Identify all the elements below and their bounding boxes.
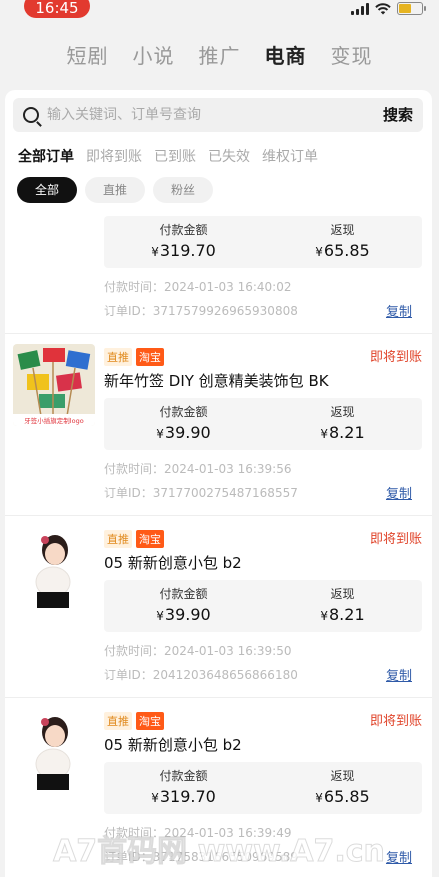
direct-tag: 直推 — [104, 712, 132, 730]
order-status: 即将到账 — [369, 714, 422, 729]
cellular-signal-icon — [351, 2, 369, 15]
search-input[interactable] — [47, 98, 347, 132]
status-bar: 16:45 — [0, 0, 439, 22]
order-status: 即将到账 — [369, 532, 422, 547]
chip-fans[interactable]: 粉丝 — [153, 177, 213, 203]
tab-novel[interactable]: 小说 — [133, 40, 175, 69]
tab-short-drama[interactable]: 短剧 — [67, 40, 109, 69]
amount-box: 付款金额 ¥319.70 返现 ¥65.85 — [104, 762, 422, 814]
copy-order-id-button[interactable]: 复制 — [386, 483, 412, 502]
pay-time: 付款时间：2024-01-03 16:39:56 — [104, 462, 292, 476]
product-thumbnail[interactable] — [13, 708, 95, 790]
amount-box: 付款金额 ¥319.70 返现 ¥65.85 — [104, 216, 422, 268]
filter-chips: 全部 直推 粉丝 — [17, 177, 213, 203]
order-card: 牙签小插旗定制logo 直推 淘宝 即将到账 新年竹签 DIY 创意精美装饰包 … — [5, 334, 432, 516]
amount-box: 付款金额 ¥39.90 返现 ¥8.21 — [104, 580, 422, 632]
order-status: 即将到账 — [369, 350, 422, 365]
tab-invalid[interactable]: 已失效 — [208, 146, 250, 166]
taobao-tag: 淘宝 — [136, 348, 164, 366]
pay-amount-label: 付款金额 — [159, 405, 208, 419]
rebate-value: 8.21 — [329, 605, 365, 624]
tag-row: 直推 淘宝 — [104, 348, 164, 366]
rebate-label: 返现 — [330, 769, 355, 783]
tag-row: 直推 淘宝 — [104, 530, 164, 548]
battery-icon — [397, 2, 426, 15]
tab-received[interactable]: 已到账 — [154, 146, 196, 166]
rebate-value: 8.21 — [329, 423, 365, 442]
watermark: A7首码网 www.A7.cn — [53, 834, 386, 870]
pay-amount-value: 39.90 — [164, 605, 211, 624]
tab-monetize[interactable]: 变现 — [331, 40, 373, 69]
search-button[interactable]: 搜索 — [383, 98, 413, 132]
tab-ecommerce[interactable]: 电商 — [265, 40, 307, 69]
product-thumbnail[interactable] — [13, 526, 95, 608]
direct-tag: 直推 — [104, 348, 132, 366]
product-title[interactable]: 05 新新创意小包 b2 — [104, 552, 242, 573]
order-id: 订单ID：3717579926965930808 — [104, 304, 298, 318]
rebate-label: 返现 — [330, 587, 355, 601]
order-id: 订单ID：3717700275487168557 — [104, 486, 298, 500]
order-status-tabs: 全部订单 即将到账 已到账 已失效 维权订单 — [18, 146, 318, 166]
product-title[interactable]: 05 新新创意小包 b2 — [104, 734, 242, 755]
pay-amount-value: 39.90 — [164, 423, 211, 442]
order-list[interactable]: 付款金额 ¥319.70 返现 ¥65.85 付款时间：2024-01-03 1… — [5, 210, 432, 877]
status-time: 16:45 — [24, 0, 90, 18]
product-thumbnail[interactable]: 牙签小插旗定制logo — [13, 344, 95, 426]
wifi-icon — [375, 2, 391, 14]
pay-time: 付款时间：2024-01-03 16:39:50 — [104, 644, 292, 658]
search-icon — [23, 107, 39, 123]
search-bar: 搜索 — [13, 98, 423, 132]
taobao-tag: 淘宝 — [136, 712, 164, 730]
orders-panel: 搜索 全部订单 即将到账 已到账 已失效 维权订单 全部 直推 粉丝 付款金额 … — [5, 90, 432, 877]
tab-dispute[interactable]: 维权订单 — [262, 146, 318, 166]
status-icons — [351, 2, 426, 15]
tab-promotion[interactable]: 推广 — [199, 40, 241, 69]
chip-all[interactable]: 全部 — [17, 177, 77, 203]
product-title[interactable]: 新年竹签 DIY 创意精美装饰包 BK — [104, 370, 329, 391]
pay-amount-value: 319.70 — [159, 241, 216, 260]
rebate-label: 返现 — [330, 405, 355, 419]
pay-time: 付款时间：2024-01-03 16:40:02 — [104, 280, 292, 294]
taobao-tag: 淘宝 — [136, 530, 164, 548]
rebate-value: 65.85 — [323, 787, 370, 806]
order-card: 付款金额 ¥319.70 返现 ¥65.85 付款时间：2024-01-03 1… — [5, 210, 432, 320]
amount-box: 付款金额 ¥39.90 返现 ¥8.21 — [104, 398, 422, 450]
copy-order-id-button[interactable]: 复制 — [386, 301, 412, 320]
thumbnail-caption: 牙签小插旗定制logo — [24, 416, 83, 425]
watermark-text: A7首码网 www.A7.cn — [53, 834, 385, 869]
order-card: 直推 淘宝 即将到账 05 新新创意小包 b2 付款金额 ¥39.90 返现 ¥… — [5, 516, 432, 698]
tab-all-orders[interactable]: 全部订单 — [18, 146, 74, 166]
copy-order-id-button[interactable]: 复制 — [386, 665, 412, 684]
tag-row: 直推 淘宝 — [104, 712, 164, 730]
chip-direct[interactable]: 直推 — [85, 177, 145, 203]
top-category-nav: 短剧 小说 推广 电商 变现 — [0, 40, 439, 69]
order-id: 订单ID：2041203648656866180 — [104, 668, 298, 682]
tab-pending[interactable]: 即将到账 — [86, 146, 142, 166]
pay-amount-label: 付款金额 — [159, 587, 208, 601]
direct-tag: 直推 — [104, 530, 132, 548]
rebate-value: 65.85 — [323, 241, 370, 260]
pay-amount-value: 319.70 — [159, 787, 216, 806]
rebate-label: 返现 — [330, 223, 355, 237]
pay-amount-label: 付款金额 — [159, 223, 208, 237]
pay-amount-label: 付款金额 — [159, 769, 208, 783]
